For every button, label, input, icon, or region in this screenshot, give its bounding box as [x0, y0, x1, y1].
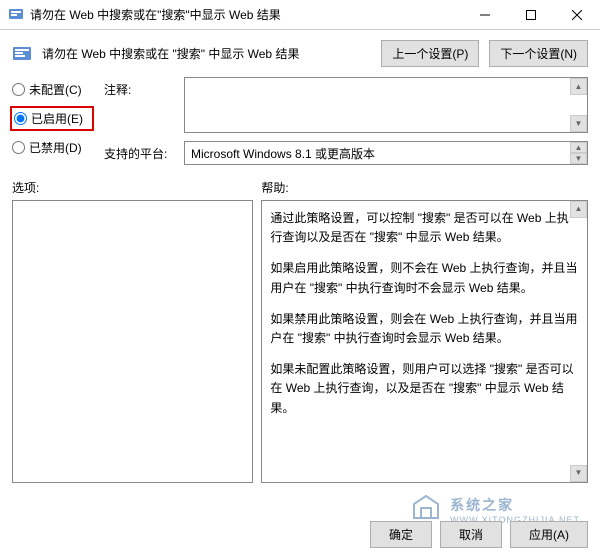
platform-label: 支持的平台: [104, 141, 184, 165]
scroll-down-icon[interactable]: ▼ [570, 465, 587, 482]
titlebar: 请勿在 Web 中搜索或在"搜索"中显示 Web 结果 [0, 0, 600, 30]
minimize-button[interactable] [462, 0, 508, 30]
help-paragraph: 如果启用此策略设置，则不会在 Web 上执行查询，并且当用户在 "搜索" 中执行… [270, 259, 579, 297]
scroll-up-icon[interactable]: ▲ [570, 142, 587, 153]
ok-button[interactable]: 确定 [370, 521, 432, 548]
scroll-down-icon[interactable]: ▼ [570, 153, 587, 164]
help-scrollbar: ▲ ▼ [570, 201, 587, 482]
maximize-button[interactable] [508, 0, 554, 30]
header-title: 请勿在 Web 中搜索或在 "搜索" 中显示 Web 结果 [42, 45, 371, 62]
help-paragraph: 如果未配置此策略设置，则用户可以选择 "搜索" 是否可以在 Web 上执行查询，… [270, 360, 579, 418]
radio-enabled-highlight: 已启用(E) [10, 106, 94, 131]
platform-scrollbar: ▲ ▼ [570, 142, 587, 164]
policy-icon [8, 7, 24, 23]
watermark-title: 系统之家 [450, 495, 580, 515]
options-label: 选项: [12, 179, 253, 196]
radio-disabled-input[interactable] [12, 141, 25, 154]
radio-enabled-input[interactable] [14, 112, 27, 125]
comment-label: 注释: [104, 77, 184, 133]
help-box: 通过此策略设置，可以控制 "搜索" 是否可以在 Web 上执行查询以及是否在 "… [261, 200, 588, 483]
radio-not-configured-input[interactable] [12, 83, 25, 96]
lower-area: 选项: 帮助: 通过此策略设置，可以控制 "搜索" 是否可以在 Web 上执行查… [0, 173, 600, 483]
radio-not-configured[interactable]: 未配置(C) [12, 81, 92, 98]
help-paragraph: 通过此策略设置，可以控制 "搜索" 是否可以在 Web 上执行查询以及是否在 "… [270, 209, 579, 247]
footer-buttons: 确定 取消 应用(A) [370, 521, 588, 548]
fields-column: 注释: ▲ ▼ 支持的平台: Microsoft Windows 8.1 或更高… [104, 77, 588, 173]
help-label: 帮助: [261, 179, 588, 196]
comment-row: 注释: ▲ ▼ [104, 77, 588, 133]
platform-row: 支持的平台: Microsoft Windows 8.1 或更高版本 ▲ ▼ [104, 141, 588, 165]
platform-box: Microsoft Windows 8.1 或更高版本 ▲ ▼ [184, 141, 588, 165]
scroll-up-icon[interactable]: ▲ [570, 201, 587, 218]
radio-disabled-label: 已禁用(D) [29, 139, 82, 156]
help-paragraph: 如果禁用此策略设置，则会在 Web 上执行查询，并且当用户在 "搜索" 中执行查… [270, 310, 579, 348]
radio-disabled[interactable]: 已禁用(D) [12, 139, 92, 156]
scroll-down-icon[interactable]: ▼ [570, 115, 587, 132]
options-box [12, 200, 253, 483]
header-row: 请勿在 Web 中搜索或在 "搜索" 中显示 Web 结果 上一个设置(P) 下… [0, 30, 600, 77]
options-column: 选项: [12, 179, 253, 483]
next-setting-button[interactable]: 下一个设置(N) [489, 40, 588, 67]
content-area: 未配置(C) 已启用(E) 已禁用(D) 注释: ▲ ▼ 支持的平台: [0, 77, 600, 173]
cancel-button[interactable]: 取消 [440, 521, 502, 548]
scroll-up-icon[interactable]: ▲ [570, 78, 587, 95]
previous-setting-button[interactable]: 上一个设置(P) [381, 40, 479, 67]
radio-column: 未配置(C) 已启用(E) 已禁用(D) [12, 77, 92, 173]
close-button[interactable] [554, 0, 600, 30]
radio-not-configured-label: 未配置(C) [29, 81, 82, 98]
radio-enabled-label: 已启用(E) [31, 110, 83, 127]
comment-textarea[interactable]: ▲ ▼ [184, 77, 588, 133]
help-column: 帮助: 通过此策略设置，可以控制 "搜索" 是否可以在 Web 上执行查询以及是… [261, 179, 588, 483]
policy-icon [12, 44, 32, 64]
comment-scrollbar: ▲ ▼ [570, 78, 587, 132]
radio-enabled[interactable]: 已启用(E) [14, 110, 90, 127]
platform-value: Microsoft Windows 8.1 或更高版本 [191, 145, 375, 162]
window-title: 请勿在 Web 中搜索或在"搜索"中显示 Web 结果 [30, 6, 462, 23]
apply-button[interactable]: 应用(A) [510, 521, 588, 548]
